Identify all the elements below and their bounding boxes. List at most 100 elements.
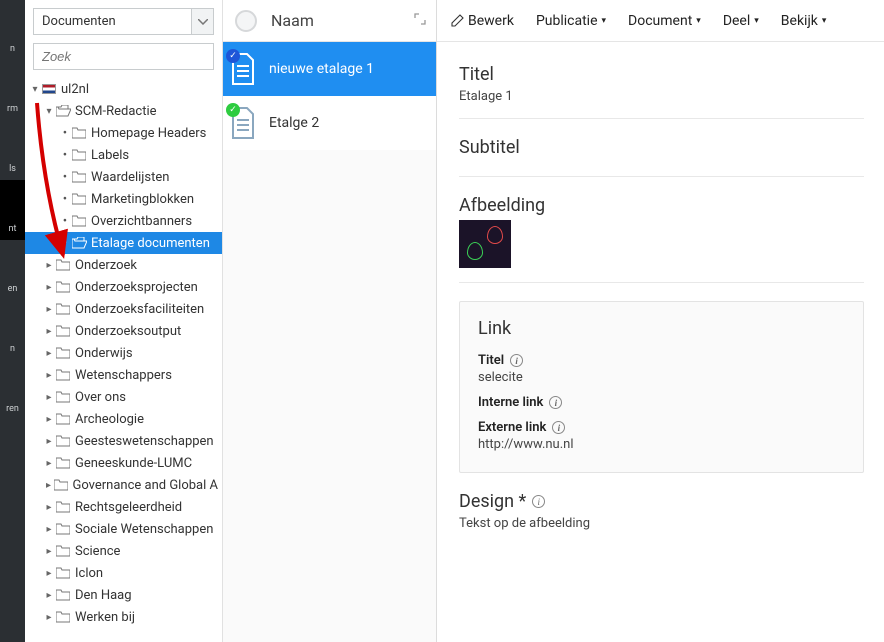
view-label: Bekijk [781, 13, 818, 29]
tree-node-label: Over ons [75, 390, 126, 405]
share-label: Deel [723, 13, 750, 29]
tree-node[interactable]: ▸Science [25, 540, 222, 562]
rail-item[interactable]: n [0, 300, 25, 360]
tree-node[interactable]: ▸ Governance and Global A [25, 474, 222, 496]
tree-node[interactable]: ▾SCM-Redactie [25, 100, 222, 122]
type-select-value: Documenten [33, 8, 192, 35]
expand-arrow-icon[interactable]: ▸ [43, 370, 55, 381]
tree-node[interactable]: ▸Onderzoeksprojecten [25, 276, 222, 298]
rail-item[interactable]: nt [0, 180, 25, 240]
tree-node[interactable]: ▸Geesteswetenschappen [25, 430, 222, 452]
tree-node[interactable]: •Etalage documenten [25, 232, 222, 254]
search-input[interactable] [34, 44, 228, 69]
folder-icon [55, 567, 71, 579]
info-icon[interactable]: i [552, 421, 565, 434]
edit-button-label: Bewerk [468, 13, 514, 29]
expand-arrow-icon[interactable]: ▸ [43, 590, 55, 601]
expand-arrow-icon[interactable]: ▾ [29, 84, 41, 95]
info-icon[interactable]: i [532, 495, 545, 508]
expand-arrow-icon[interactable]: ▸ [43, 282, 55, 293]
flag-nl-icon [41, 84, 57, 94]
tree-node[interactable]: •Marketingblokken [25, 188, 222, 210]
expand-arrow-icon[interactable]: ▸ [43, 414, 55, 425]
expand-arrow-icon[interactable]: ▸ [43, 326, 55, 337]
expand-arrow-icon[interactable]: ▸ [43, 546, 55, 557]
expand-arrow-icon[interactable]: ▾ [43, 106, 55, 117]
bullet-icon: • [59, 214, 71, 229]
title-field: Titel Etalage 1 [459, 64, 864, 119]
folder-icon [55, 435, 71, 447]
expand-arrow-icon[interactable]: ▸ [43, 392, 55, 403]
folder-tree: ▾ ul2nl ▾SCM-Redactie•Homepage Headers•Lab… [25, 76, 222, 642]
tree-node[interactable]: • Waardelijsten [25, 166, 222, 188]
expand-arrow-icon[interactable]: ▸ [43, 304, 55, 315]
tree-node[interactable]: ▸Rechtsgeleerdheid [25, 496, 222, 518]
document-menu[interactable]: Document▾ [628, 13, 701, 29]
tree-node[interactable]: ▸ Onderzoeksoutput [25, 320, 222, 342]
tree-node-label: Overzichtbanners [91, 214, 192, 229]
search-field[interactable] [33, 43, 214, 70]
expand-arrow-icon[interactable]: ▸ [43, 524, 55, 535]
expand-arrow-icon[interactable]: ▸ [43, 348, 55, 359]
expand-arrow-icon[interactable]: ▸ [43, 436, 55, 447]
expand-icon[interactable] [414, 13, 426, 29]
bullet-icon: • [59, 170, 71, 185]
tree-node[interactable]: ▸ Over ons [25, 386, 222, 408]
folder-open-icon [71, 237, 87, 249]
design-field: Design * i Tekst op de afbeelding [459, 491, 864, 531]
rail-item[interactable]: n [0, 0, 25, 60]
tree-node-label: Onderzoeksoutput [75, 324, 181, 339]
info-icon[interactable]: i [510, 354, 523, 367]
tree-node-label: Archeologie [75, 412, 144, 427]
info-icon[interactable]: i [549, 396, 562, 409]
rail-item[interactable]: en [0, 240, 25, 300]
expand-arrow-icon[interactable]: ▸ [43, 480, 54, 491]
subtitle-label: Subtitel [459, 137, 864, 158]
link-title-value: selecite [478, 370, 845, 385]
tree-node[interactable]: ▸Geneeskunde-LUMC [25, 452, 222, 474]
tree-node[interactable]: ▸ Archeologie [25, 408, 222, 430]
type-select[interactable]: Documenten [33, 8, 214, 35]
expand-arrow-icon[interactable]: ▸ [43, 612, 55, 623]
folder-icon [55, 325, 71, 337]
tree-node[interactable]: ▸Sociale Wetenschappen [25, 518, 222, 540]
chevron-down-icon[interactable] [192, 8, 214, 35]
folder-icon [55, 369, 71, 381]
tree-node[interactable]: ▸Onderzoek [25, 254, 222, 276]
tree-node[interactable]: ▸Onderzoeksfaciliteiten [25, 298, 222, 320]
share-menu[interactable]: Deel▾ [723, 13, 759, 29]
folder-icon [55, 457, 71, 469]
tree-node[interactable]: ▸Werken bij [25, 606, 222, 628]
edit-button[interactable]: Bewerk [451, 13, 514, 29]
view-menu[interactable]: Bekijk▾ [781, 13, 827, 29]
tree-node-label: Governance and Global A [72, 478, 218, 493]
select-all-checkbox[interactable] [235, 10, 257, 32]
rail-item[interactable]: ls [0, 120, 25, 180]
tree-node-label: ul2nl [61, 82, 89, 97]
publish-label: Publicatie [536, 13, 598, 29]
tree-node[interactable]: ▸Iclon [25, 562, 222, 584]
expand-arrow-icon[interactable]: ▸ [43, 502, 55, 513]
tree-node-label: Marketingblokken [91, 192, 194, 207]
tree-node[interactable]: ▾ ul2nl [25, 78, 222, 100]
tree-node-label: Waardelijsten [91, 170, 169, 185]
design-value: Tekst op de afbeelding [459, 516, 864, 531]
rail-item[interactable]: rm [0, 60, 25, 120]
expand-arrow-icon[interactable]: ▸ [43, 458, 55, 469]
expand-arrow-icon[interactable]: ▸ [43, 568, 55, 579]
tree-node[interactable]: • Overzichtbanners [25, 210, 222, 232]
expand-arrow-icon[interactable]: ▸ [43, 260, 55, 271]
document-list-item[interactable]: ✓Etalge 2 [223, 96, 436, 150]
image-thumbnail[interactable] [459, 220, 511, 268]
document-list-item[interactable]: ✓nieuwe etalage 1 [223, 42, 436, 96]
tree-node[interactable]: ▸Wetenschappers [25, 364, 222, 386]
publish-menu[interactable]: Publicatie▾ [536, 13, 606, 29]
folder-icon [71, 127, 87, 139]
tree-node[interactable]: ▸Onderwijs [25, 342, 222, 364]
subtitle-field: Subtitel [459, 137, 864, 177]
bullet-icon: • [59, 126, 71, 141]
tree-node[interactable]: •Labels [25, 144, 222, 166]
tree-node[interactable]: •Homepage Headers [25, 122, 222, 144]
tree-node[interactable]: ▸Den Haag [25, 584, 222, 606]
rail-item[interactable]: ren [0, 360, 25, 420]
